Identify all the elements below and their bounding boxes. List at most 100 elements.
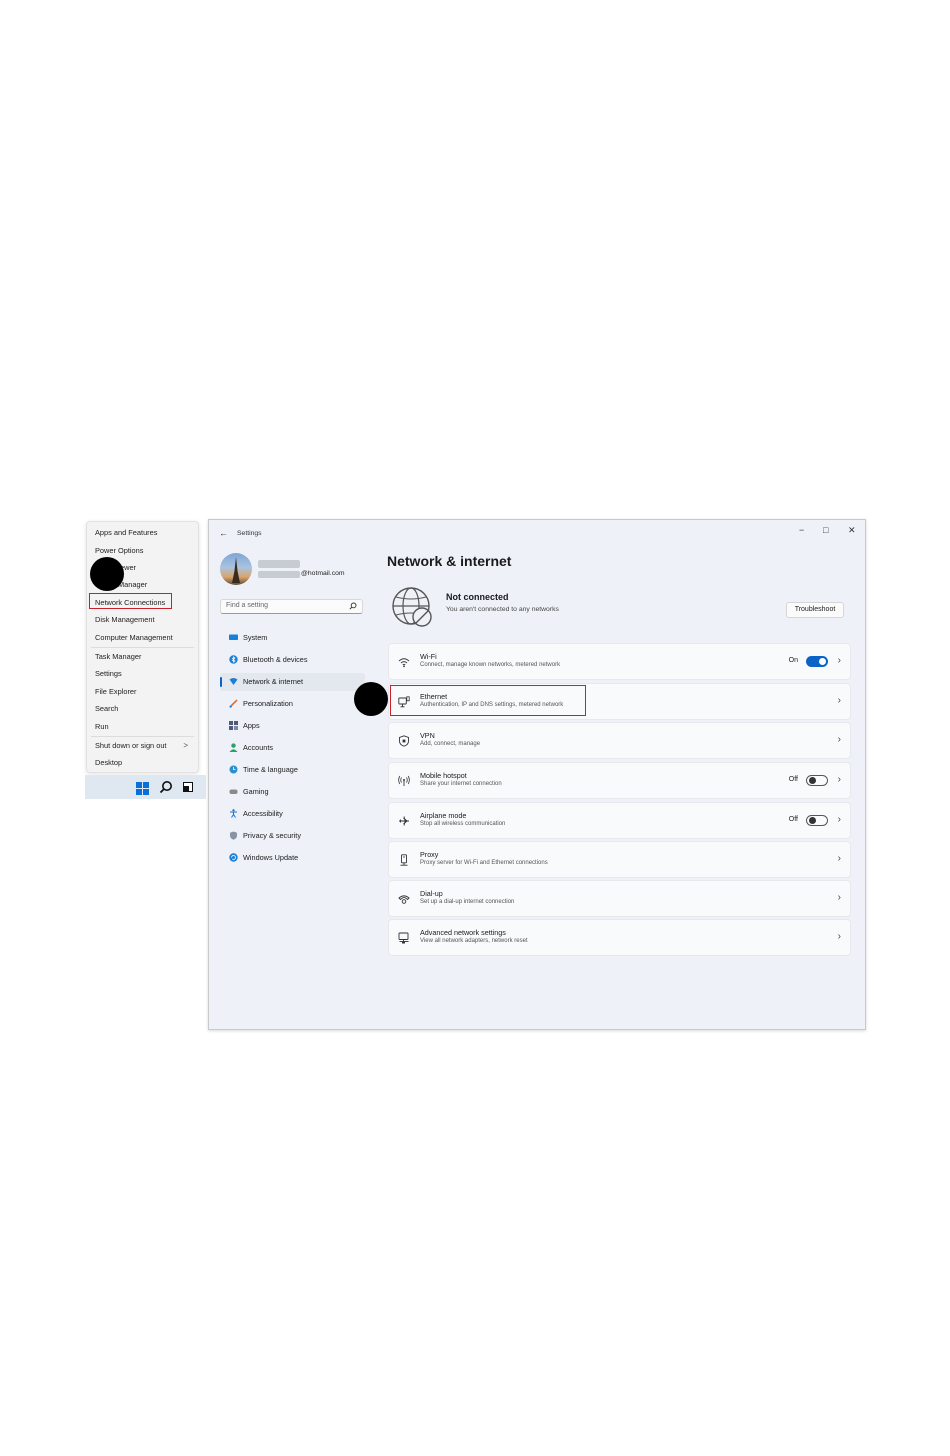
sidebar-item-label: Gaming [243,787,269,796]
menu-item-desktop[interactable]: Desktop [95,758,122,767]
sidebar-item-label: Personalization [243,699,293,708]
system-icon [229,634,238,640]
menu-item-shutdown-label: Shut down or sign out [95,741,167,750]
sidebar-item-personalization[interactable]: Personalization [220,695,365,713]
sidebar-item-label: Privacy & security [243,831,301,840]
globe-disconnected-icon [392,587,432,627]
menu-item-file-explorer[interactable]: File Explorer [95,687,136,696]
card-subtitle: Proxy server for Wi-Fi and Ethernet conn… [420,860,548,866]
sidebar-item-accessibility[interactable]: Accessibility [220,805,365,823]
card-title: Wi-Fi [420,652,437,661]
card-title: VPN [420,731,435,740]
account-icon [229,743,238,752]
toggle-knob [809,777,816,784]
menu-item-apps-features[interactable]: Apps and Features [95,528,157,537]
avatar[interactable] [220,553,252,585]
sidebar-item-accounts[interactable]: Accounts [220,739,365,757]
card-title: Mobile hotspot [420,771,467,780]
eiffel-tower-image [232,557,240,583]
menu-item-device-manager[interactable]: Manager [118,580,147,589]
menu-item-computer-management[interactable]: Computer Management [95,633,173,642]
toggle-state-label: Off [788,776,798,783]
menu-item-search[interactable]: Search [95,704,118,713]
menu-item-task-manager[interactable]: Task Manager [95,652,141,661]
setting-card-wifi[interactable]: Wi-Fi Connect, manage known networks, me… [388,643,851,680]
mobile-hotspot-toggle[interactable] [806,775,828,786]
toggle-state-label: Off [788,816,798,823]
sidebar-item-label: System [243,633,268,642]
setting-card-vpn[interactable]: VPN Add, connect, manage › [388,722,851,759]
airplane-icon [399,816,409,826]
setting-card-proxy[interactable]: Proxy Proxy server for Wi-Fi and Etherne… [388,841,851,878]
sidebar-item-label: Windows Update [243,853,299,862]
sidebar-item-label: Apps [243,721,260,730]
wifi-toggle[interactable] [806,656,828,667]
chevron-right-icon: › [837,853,841,864]
sidebar-item-gaming[interactable]: Gaming [220,783,365,801]
back-arrow-icon[interactable]: ← [219,528,228,538]
sidebar-item-windows-update[interactable]: Windows Update [220,849,365,867]
shield-icon [230,831,237,840]
windows-start-icon[interactable] [136,782,149,795]
proxy-icon [400,854,408,866]
sidebar-item-label: Time & language [243,765,298,774]
selected-indicator [220,677,222,687]
menu-item-run[interactable]: Run [95,722,109,731]
setting-card-advanced-network[interactable]: Advanced network settings View all netwo… [388,919,851,956]
search-icon[interactable] [159,780,173,794]
troubleshoot-button[interactable]: Troubleshoot [786,602,844,618]
sidebar-item-time-language[interactable]: Time & language [220,761,365,779]
sidebar-item-apps[interactable]: Apps [220,717,365,735]
card-title: Proxy [420,850,439,859]
menu-item-shutdown[interactable]: Shut down or sign out [95,741,190,750]
card-subtitle: Share your internet connection [420,781,502,787]
taskbar [85,775,206,799]
card-subtitle: Connect, manage known networks, metered … [420,662,561,668]
account-email: @hotmail.com [301,570,345,577]
connection-status-subtitle: You aren't connected to any networks [446,606,559,613]
setting-card-airplane-mode[interactable]: Airplane mode Stop all wireless communic… [388,802,851,839]
setting-card-mobile-hotspot[interactable]: Mobile hotspot Share your internet conne… [388,762,851,799]
toggle-knob [809,817,816,824]
airplane-mode-toggle[interactable] [806,815,828,826]
task-view-icon[interactable] [183,782,193,792]
maximize-button[interactable]: □ [823,525,828,535]
card-title: Dial-up [420,889,443,898]
sidebar-item-system[interactable]: System [220,629,365,647]
close-button[interactable]: ✕ [848,525,856,536]
wifi-icon [398,658,410,668]
menu-item-power-options[interactable]: Power Options [95,546,143,555]
apps-icon [229,721,238,730]
sidebar-item-privacy[interactable]: Privacy & security [220,827,365,845]
chevron-right-icon: › [837,892,841,903]
search-placeholder: Find a setting [226,602,269,609]
network-icon [229,678,238,685]
chevron-right-icon: › [837,774,841,785]
sidebar-item-bluetooth[interactable]: Bluetooth & devices [220,651,365,669]
redacted-user-name [258,560,300,568]
menu-item-settings[interactable]: Settings [95,669,122,678]
hotspot-icon [398,775,410,786]
setting-card-dial-up[interactable]: Dial-up Set up a dial-up internet connec… [388,880,851,917]
sidebar-item-label: Bluetooth & devices [243,655,308,664]
menu-separator [91,736,194,737]
accessibility-icon [230,809,237,818]
toggle-knob [819,658,826,665]
card-title: Advanced network settings [420,928,506,937]
bluetooth-icon [229,655,238,664]
window-title: Settings [237,530,262,537]
sidebar-item-label: Accessibility [243,809,283,818]
card-subtitle: Set up a dial-up internet connection [420,899,515,905]
menu-item-disk-management[interactable]: Disk Management [95,615,155,624]
chevron-right-icon: › [837,655,841,666]
page-title: Network & internet [387,553,512,569]
sidebar-item-network[interactable]: Network & internet [220,673,365,691]
minimize-button[interactable]: − [799,525,804,535]
settings-window: ← Settings − □ ✕ @hotmail.com Find a set… [208,519,866,1030]
advanced-network-icon [398,932,409,944]
redacted-email-prefix [258,571,300,578]
toggle-state-label: On [788,657,798,664]
step-marker-1 [90,557,124,591]
search-input[interactable]: Find a setting [220,599,363,614]
update-icon [229,853,238,862]
